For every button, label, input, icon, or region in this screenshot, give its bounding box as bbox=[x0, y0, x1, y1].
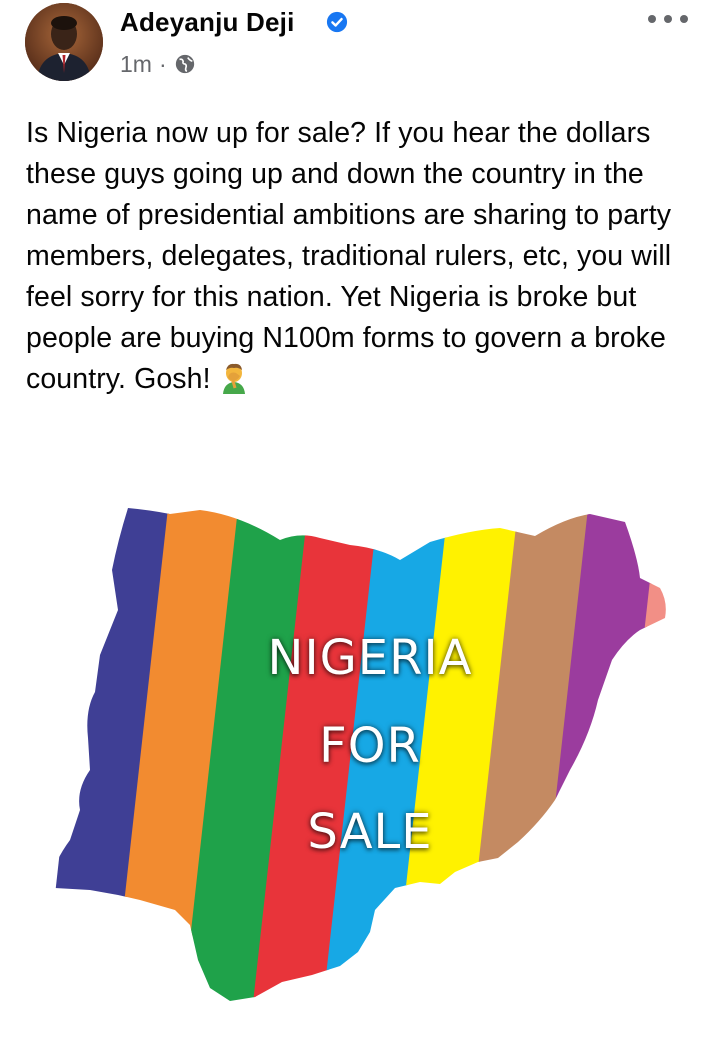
post-body: Is Nigeria now up for sale? If you hear … bbox=[26, 113, 696, 400]
overlay-text-for: FOR bbox=[319, 718, 421, 774]
post-image[interactable]: NIGERIA FOR SALE bbox=[0, 470, 718, 1041]
author-avatar[interactable] bbox=[25, 3, 103, 81]
globe-icon[interactable] bbox=[174, 53, 196, 75]
overlay-text-nigeria: NIGERIA bbox=[267, 630, 473, 686]
more-options-dot bbox=[664, 15, 672, 23]
post-timestamp[interactable]: 1m bbox=[120, 51, 152, 78]
more-options-button[interactable] bbox=[648, 8, 688, 30]
verified-badge-icon bbox=[326, 11, 348, 33]
overlay-text-sale: SALE bbox=[307, 804, 433, 860]
more-options-dot bbox=[680, 15, 688, 23]
post-text: Is Nigeria now up for sale? If you hear … bbox=[26, 117, 672, 395]
more-options-icon bbox=[648, 15, 656, 23]
author-name[interactable]: Adeyanju Deji bbox=[120, 6, 295, 38]
man-facepalming-emoji bbox=[222, 363, 245, 394]
meta-separator: · bbox=[158, 50, 167, 77]
post-header: Adeyanju Deji 1m · bbox=[0, 0, 718, 100]
post-meta: 1m · bbox=[120, 50, 196, 78]
